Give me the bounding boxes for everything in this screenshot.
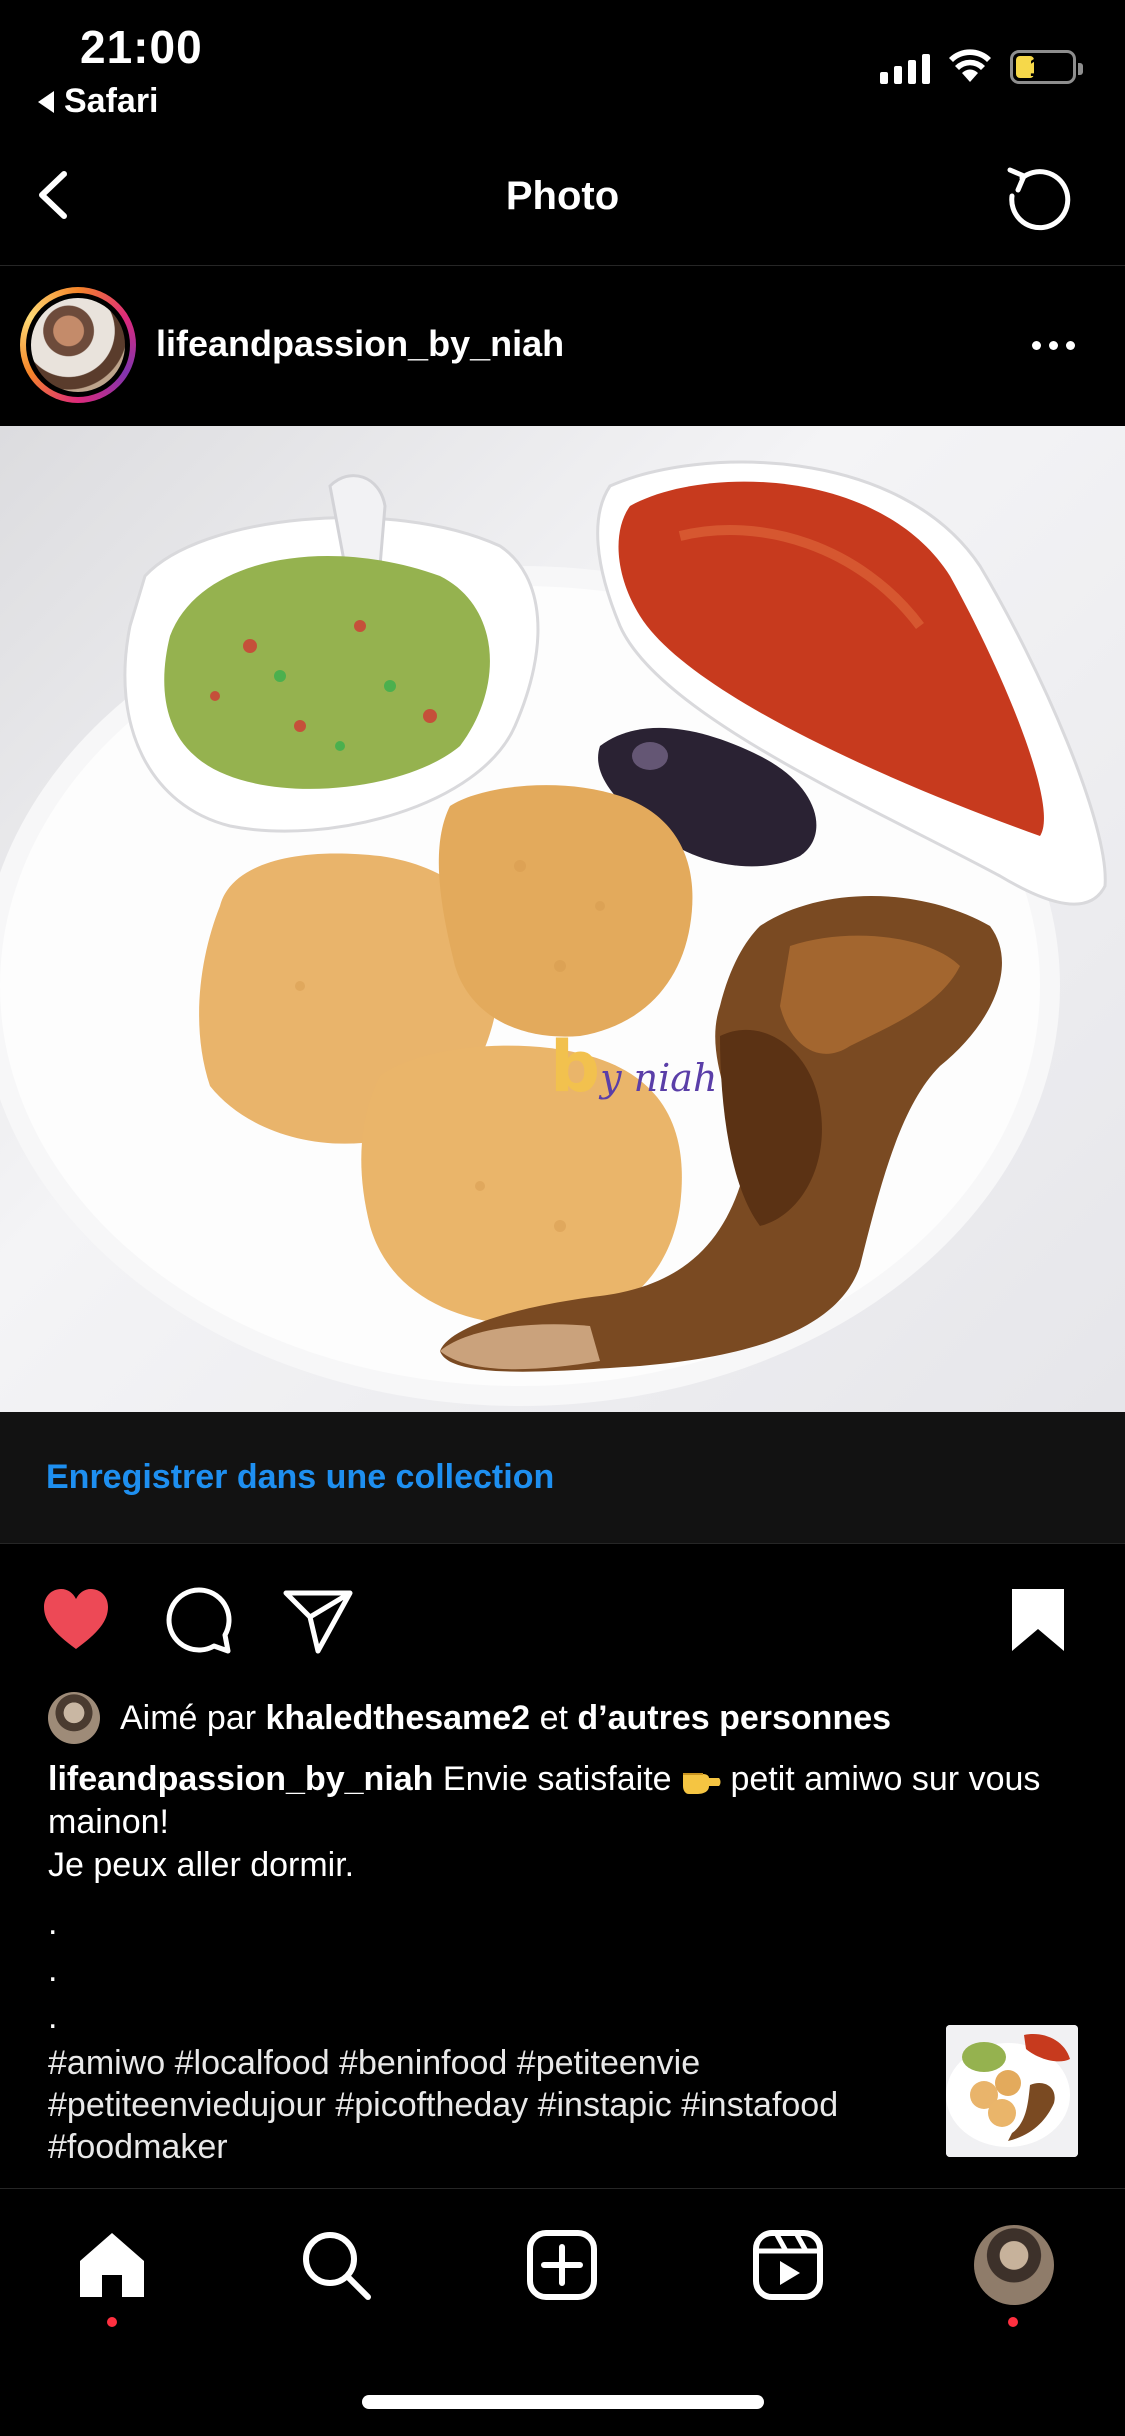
cellular-signal-icon [880, 52, 930, 84]
back-app-label: Safari [64, 82, 159, 120]
bookmark-filled-icon[interactable] [1002, 1585, 1074, 1657]
refresh-icon[interactable] [1000, 156, 1080, 236]
pointing-hand-emoji-icon [683, 1773, 721, 1794]
likes-prefix: Aimé par [120, 1698, 257, 1737]
caption-line2: Je peux aller dormir. [48, 1846, 355, 1884]
more-options-icon[interactable] [1032, 341, 1075, 350]
reels-icon[interactable] [748, 2225, 828, 2305]
search-icon[interactable] [296, 2225, 376, 2305]
back-to-app-link[interactable]: Safari [38, 82, 159, 121]
caption-dots: . . . [48, 1900, 57, 2041]
save-to-collection-link[interactable]: Enregistrer dans une collection [46, 1458, 554, 1497]
wifi-icon [949, 49, 991, 82]
status-time: 21:00 [80, 21, 203, 73]
battery-level: 11 [1029, 51, 1057, 82]
likes-summary[interactable]: Aimé par khaledthesame2 et d’autres pers… [48, 1690, 891, 1746]
photo-watermark: by niah [550, 1026, 717, 1108]
liker-avatar [48, 1692, 100, 1744]
back-triangle-icon [38, 90, 54, 113]
home-indicator[interactable] [362, 2395, 764, 2409]
status-bar: 21:00 Safari 11 [0, 0, 1125, 130]
heart-filled-icon[interactable] [40, 1585, 112, 1657]
caption-dot-1: . [48, 1904, 58, 1942]
post-username[interactable]: lifeandpassion_by_niah [156, 323, 564, 365]
home-icon[interactable] [72, 2225, 152, 2305]
likes-middle: et [539, 1698, 568, 1737]
caption-hashtags[interactable]: #amiwo #localfood #beninfood #petiteenvi… [48, 2042, 953, 2168]
watermark-text: y niah [600, 1056, 718, 1100]
caption-dot-2: . [48, 1951, 58, 1989]
post-actions [0, 1545, 1125, 1685]
comment-icon[interactable] [162, 1585, 234, 1657]
post-header: lifeandpassion_by_niah [0, 267, 1125, 425]
likes-user[interactable]: khaledthesame2 [266, 1699, 531, 1738]
save-to-collection-bar: Enregistrer dans une collection [0, 1412, 1125, 1544]
thumbnail-image [946, 2025, 1078, 2157]
battery-icon: 11 [1010, 50, 1083, 84]
likes-others[interactable]: d’autres personnes [577, 1699, 891, 1738]
post-caption: lifeandpassion_by_niah Envie satisfaite … [48, 1758, 1088, 1887]
caption-dot-3: . [48, 1998, 58, 2036]
caption-text-before-emoji: Envie satisfaite [442, 1760, 672, 1798]
navigation-bar: Photo [0, 130, 1125, 266]
profile-avatar[interactable] [974, 2225, 1054, 2305]
post-photo[interactable]: by niah [0, 426, 1125, 1412]
food-photo-illustration [0, 460, 1107, 1406]
share-icon[interactable] [282, 1585, 354, 1657]
story-avatar[interactable] [20, 287, 136, 403]
avatar [31, 298, 125, 392]
page-title: Photo [505, 174, 620, 218]
profile-notification-dot [1008, 2317, 1018, 2327]
photo-thumbnail[interactable] [946, 2025, 1078, 2157]
watermark-b: b [550, 1026, 601, 1108]
create-icon[interactable] [522, 2225, 602, 2305]
caption-username[interactable]: lifeandpassion_by_niah [48, 1760, 433, 1798]
home-notification-dot [107, 2317, 117, 2327]
